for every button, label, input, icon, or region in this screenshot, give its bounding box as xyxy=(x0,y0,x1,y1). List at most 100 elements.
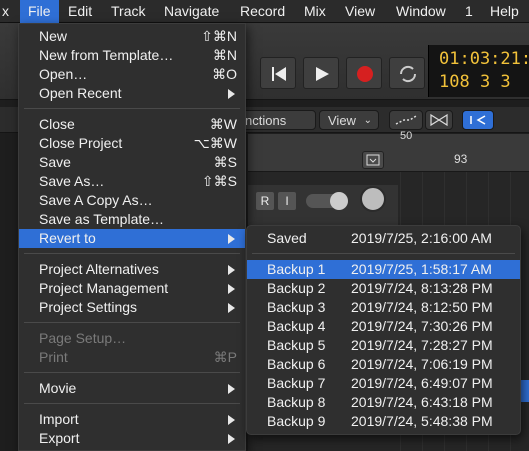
functions-menu[interactable]: nctions xyxy=(236,110,316,130)
revert-item-backup-3[interactable]: Backup 3 2019/7/24, 8:12:50 PM xyxy=(247,298,520,317)
menu-item-label: Open… xyxy=(39,66,88,82)
go-to-start-button[interactable] xyxy=(260,57,296,89)
play-icon xyxy=(316,67,329,81)
menu-item-label: New from Template… xyxy=(39,47,174,63)
menu-item-label: Import xyxy=(39,411,79,427)
menu-bar: x File Edit Track Navigate Record Mix Vi… xyxy=(0,0,529,23)
revert-item-backup-6[interactable]: Backup 6 2019/7/24, 7:06:19 PM xyxy=(247,355,520,374)
revert-item-backup-4[interactable]: Backup 4 2019/7/24, 7:30:26 PM xyxy=(247,317,520,336)
menu-item-import[interactable]: Import xyxy=(19,410,245,429)
menu-item-save-a-copy-as[interactable]: Save A Copy As… xyxy=(19,191,245,210)
revert-item-name: Backup 3 xyxy=(267,299,326,315)
chevron-down-icon xyxy=(366,154,380,166)
revert-item-date: 2019/7/24, 8:13:28 PM xyxy=(351,280,493,296)
menu-item-export[interactable]: Export xyxy=(19,429,245,448)
volume-slider[interactable] xyxy=(306,192,348,210)
shortcut-label: ⌘S xyxy=(213,154,237,170)
revert-item-date: 2019/7/24, 6:49:07 PM xyxy=(351,375,493,391)
lcd-position: 108 3 3 xyxy=(439,72,511,92)
menu-item-label: Close Project xyxy=(39,135,123,151)
revert-item-date: 2019/7/25, 2:16:00 AM xyxy=(351,230,492,246)
input-monitor-button[interactable]: I xyxy=(278,192,296,210)
record-button[interactable] xyxy=(346,57,382,89)
revert-item-saved[interactable]: Saved 2019/7/25, 2:16:00 AM xyxy=(247,229,520,248)
curve-icon xyxy=(395,115,417,125)
catch-icon xyxy=(470,115,486,125)
revert-item-date: 2019/7/25, 1:58:17 AM xyxy=(351,261,492,277)
menu-item-page-setup: Page Setup… xyxy=(19,329,245,348)
revert-item-backup-8[interactable]: Backup 8 2019/7/24, 6:43:18 PM xyxy=(247,393,520,412)
play-button[interactable] xyxy=(303,57,339,89)
revert-item-backup-9[interactable]: Backup 9 2019/7/24, 5:48:38 PM xyxy=(247,412,520,431)
revert-item-name: Backup 2 xyxy=(267,280,326,296)
submenu-arrow-icon xyxy=(228,265,235,275)
menu-x[interactable]: x xyxy=(2,0,9,23)
menu-mix[interactable]: Mix xyxy=(304,0,326,23)
menu-view[interactable]: View xyxy=(345,0,375,23)
menu-file[interactable]: File xyxy=(20,0,59,23)
menu-item-close[interactable]: Close ⌘W xyxy=(19,115,245,134)
menu-1[interactable]: 1 xyxy=(465,0,473,23)
menu-item-label: Save A Copy As… xyxy=(39,192,153,208)
menu-item-label: Project Settings xyxy=(39,299,138,315)
record-icon xyxy=(357,66,373,82)
cycle-button[interactable] xyxy=(389,57,425,89)
skip-back-icon xyxy=(272,67,286,81)
menu-item-project-alternatives[interactable]: Project Alternatives xyxy=(19,260,245,279)
catch-button[interactable] xyxy=(462,110,494,130)
menu-item-open-recent[interactable]: Open Recent xyxy=(19,84,245,103)
revert-item-backup-2[interactable]: Backup 2 2019/7/24, 8:13:28 PM xyxy=(247,279,520,298)
menu-help[interactable]: Help xyxy=(490,0,519,23)
volume-slider-knob[interactable] xyxy=(330,192,348,210)
menu-item-label: Page Setup… xyxy=(39,330,127,346)
chevron-down-icon: ⌄ xyxy=(363,115,372,126)
revert-item-name: Backup 9 xyxy=(267,413,326,429)
menu-item-project-settings[interactable]: Project Settings xyxy=(19,298,245,317)
menu-item-close-project[interactable]: Close Project ⌥⌘W xyxy=(19,134,245,153)
submenu-arrow-icon xyxy=(228,384,235,394)
menu-item-save-as[interactable]: Save As… ⇧⌘S xyxy=(19,172,245,191)
file-menu: New ⇧⌘N New from Template… ⌘N Open… ⌘O O… xyxy=(18,23,246,451)
menu-item-new[interactable]: New ⇧⌘N xyxy=(19,27,245,46)
menu-record[interactable]: Record xyxy=(240,0,285,23)
menu-item-open[interactable]: Open… ⌘O xyxy=(19,65,245,84)
menu-window[interactable]: Window xyxy=(396,0,446,23)
menu-item-project-management[interactable]: Project Management xyxy=(19,279,245,298)
menu-item-revert-to[interactable]: Revert to xyxy=(19,229,245,248)
shortcut-label: ⌘O xyxy=(212,66,237,82)
menu-item-label: Revert to xyxy=(39,230,96,246)
flex-button[interactable] xyxy=(425,110,453,130)
screen: x File Edit Track Navigate Record Mix Vi… xyxy=(0,0,529,451)
menu-edit[interactable]: Edit xyxy=(68,0,92,23)
shortcut-label: ⇧⌘N xyxy=(201,28,237,44)
revert-item-name: Backup 8 xyxy=(267,394,326,410)
collapse-button[interactable] xyxy=(362,151,384,169)
menu-item-save[interactable]: Save ⌘S xyxy=(19,153,245,172)
pan-knob[interactable] xyxy=(360,186,386,212)
record-enable-button[interactable]: R xyxy=(256,192,274,210)
menu-track[interactable]: Track xyxy=(111,0,145,23)
automation-button[interactable] xyxy=(389,110,423,130)
bar-ruler[interactable]: 50 93 xyxy=(248,130,529,172)
menu-item-new-from-template[interactable]: New from Template… ⌘N xyxy=(19,46,245,65)
revert-item-backup-7[interactable]: Backup 7 2019/7/24, 6:49:07 PM xyxy=(247,374,520,393)
menu-item-save-as-template[interactable]: Save as Template… xyxy=(19,210,245,229)
shortcut-label: ⌘W xyxy=(209,116,237,132)
revert-item-backup-1[interactable]: Backup 1 2019/7/25, 1:58:17 AM xyxy=(247,260,520,279)
revert-item-name: Backup 6 xyxy=(267,356,326,372)
menu-item-label: Movie xyxy=(39,380,77,396)
submenu-arrow-icon xyxy=(228,415,235,425)
menu-item-label: Save xyxy=(39,154,71,170)
revert-to-submenu: Saved 2019/7/25, 2:16:00 AM Backup 1 201… xyxy=(246,225,521,435)
revert-item-date: 2019/7/24, 7:30:26 PM xyxy=(351,318,493,334)
shortcut-label: ⇧⌘S xyxy=(201,173,237,189)
revert-item-backup-5[interactable]: Backup 5 2019/7/24, 7:28:27 PM xyxy=(247,336,520,355)
submenu-arrow-icon xyxy=(228,434,235,444)
ruler-bar-93: 93 xyxy=(454,152,468,166)
menu-item-movie[interactable]: Movie xyxy=(19,379,245,398)
revert-item-name: Saved xyxy=(267,230,307,246)
view-menu[interactable]: View ⌄ xyxy=(319,110,379,130)
revert-item-date: 2019/7/24, 7:28:27 PM xyxy=(351,337,493,353)
menu-separator xyxy=(24,322,240,323)
menu-navigate[interactable]: Navigate xyxy=(164,0,219,23)
